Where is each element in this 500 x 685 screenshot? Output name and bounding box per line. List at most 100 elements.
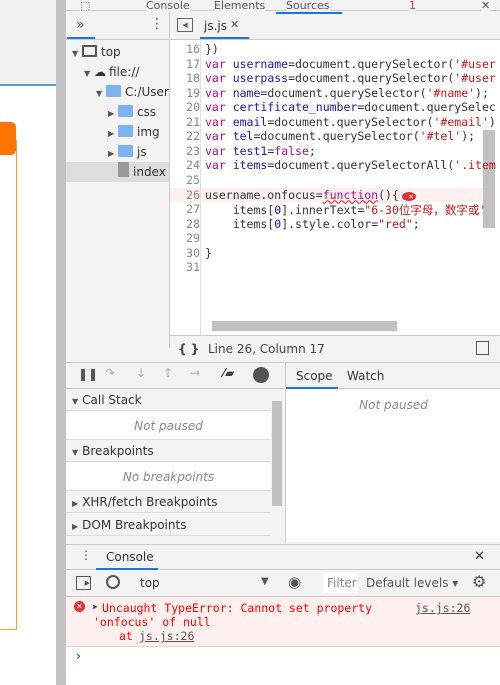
pretty-print-button[interactable]: { } <box>178 336 199 362</box>
line-number[interactable]: 31 <box>170 260 200 274</box>
step-out-icon[interactable]: ↑ <box>163 366 173 380</box>
step-icon[interactable]: → <box>190 366 200 380</box>
tab-elements[interactable]: Elements <box>214 0 266 12</box>
section-breakpoints[interactable]: ▼ Breakpoints <box>66 440 271 462</box>
tab-scope[interactable]: Scope <box>296 369 333 383</box>
line-number[interactable]: 22 <box>170 129 200 143</box>
code-token: "red" <box>378 216 413 231</box>
error-count[interactable]: 1 <box>409 0 416 12</box>
collapsed-arrow-icon[interactable]: ▶ <box>72 499 78 508</box>
horizontal-scrollbar[interactable] <box>212 321 397 331</box>
more-tabs-icon[interactable]: » <box>76 17 85 33</box>
tree-item-file[interactable]: ▼ ☁ file:// <box>84 62 139 82</box>
close-devtools-icon[interactable]: ✕ <box>481 0 491 12</box>
code-token: var <box>205 158 233 173</box>
log-levels-dropdown[interactable]: Default levels ▾ <box>366 576 458 590</box>
tree-item-index[interactable]: index <box>66 162 169 182</box>
code-token: email <box>232 114 268 129</box>
close-tab-icon[interactable]: ✕ <box>230 18 239 31</box>
expanded-arrow-icon[interactable]: ▼ <box>96 84 106 104</box>
code-token: function <box>322 187 379 202</box>
filter-input[interactable]: Filter <box>323 573 358 593</box>
line-number[interactable]: 20 <box>170 100 200 114</box>
tab-watch[interactable]: Watch <box>347 369 384 383</box>
line-number[interactable]: 23 <box>170 144 200 158</box>
expanded-arrow-icon[interactable]: ▼ <box>72 44 82 64</box>
line-number[interactable]: 26 <box>170 188 200 202</box>
error-icon: ✕ <box>74 601 85 612</box>
clear-console-icon[interactable] <box>106 575 120 589</box>
expanded-arrow-icon[interactable]: ▼ <box>72 448 78 457</box>
context-select[interactable]: top <box>140 576 160 590</box>
line-number[interactable]: 29 <box>170 231 200 245</box>
section-dom-breakpoints[interactable]: ▶ DOM Breakpoints <box>66 514 271 536</box>
drawer-tab-console[interactable]: Console <box>106 550 154 564</box>
tab-console[interactable]: Console <box>146 0 190 12</box>
menu-icon[interactable]: ⋮ <box>150 16 164 32</box>
collapsed-arrow-icon[interactable]: ▶ <box>108 104 118 124</box>
toggle-debugger-icon[interactable] <box>476 341 489 355</box>
pause-icon[interactable]: ❚❚ <box>78 367 98 381</box>
code-token: '#tel' <box>419 129 462 144</box>
tree-item-cuser[interactable]: ▼ C:/User <box>96 82 169 102</box>
collapsed-arrow-icon[interactable]: ▶ <box>72 522 78 531</box>
line-number[interactable]: 18 <box>170 71 200 85</box>
line-number[interactable]: 24 <box>170 158 200 172</box>
code-line: username.onfocus=function(){ ✕ <box>205 188 416 202</box>
tree-item-css[interactable]: ▶ css <box>108 102 156 122</box>
line-number[interactable]: 27 <box>170 202 200 216</box>
scope-watch-pane: Scope Watch Not paused <box>285 362 500 542</box>
sidebar-scrollbar[interactable] <box>272 401 282 506</box>
prompt-icon: › <box>76 649 81 663</box>
error-at-label: at <box>119 629 140 643</box>
inspect-icon[interactable]: ⬚ <box>80 0 91 12</box>
line-number[interactable]: 21 <box>170 115 200 129</box>
code-line: var certificate_number=document.querySel… <box>205 100 496 114</box>
tree-item-top[interactable]: ▼ top <box>72 42 121 62</box>
close-drawer-icon[interactable]: ✕ <box>474 549 485 564</box>
section-xhr-fetch-breakpoints[interactable]: ▶ XHR/fetch Breakpoints <box>66 491 271 513</box>
pause-on-exceptions-icon[interactable] <box>253 367 269 383</box>
collapsed-arrow-icon[interactable]: ▶ <box>108 144 118 164</box>
drawer-menu-icon[interactable]: ⋮ <box>80 548 92 562</box>
editor-tab-indicator <box>200 37 249 39</box>
orange-tab <box>0 122 16 155</box>
devtools-resizer[interactable] <box>56 0 66 685</box>
step-over-icon[interactable]: ↷ <box>105 366 115 380</box>
error-source-link[interactable]: js.js:26 <box>415 601 470 615</box>
section-label: Breakpoints <box>82 444 154 458</box>
tree-item-img[interactable]: ▶ img <box>108 122 160 142</box>
error-stack-link[interactable]: js.js:26 <box>139 629 194 643</box>
expanded-arrow-icon[interactable]: ▼ <box>84 64 94 84</box>
context-dropdown-icon[interactable]: ▼ <box>261 576 269 587</box>
line-number[interactable]: 19 <box>170 86 200 100</box>
line-number[interactable]: 16 <box>170 42 200 56</box>
deactivate-breakpoints-icon[interactable]: ⁄▰ <box>223 366 234 380</box>
code-line: var name=document.querySelector('#name')… <box>205 86 489 100</box>
collapsed-arrow-icon[interactable]: ▶ <box>108 124 118 144</box>
editor-tab-js[interactable]: js.js <box>204 19 227 33</box>
code-editor[interactable]: 16}) 17 var username=document.querySelecto… <box>170 40 500 335</box>
tree-item-label: C:/User <box>125 85 169 99</box>
error-marker-icon[interactable]: ✕ <box>401 191 416 201</box>
step-into-icon[interactable]: ↓ <box>136 366 146 380</box>
editor-status-bar: { } Line 26, Column 17 <box>170 335 500 361</box>
line-number[interactable]: 25 <box>170 173 200 187</box>
expanded-arrow-icon[interactable]: ▼ <box>72 397 78 406</box>
tab-sources[interactable]: Sources <box>286 0 330 12</box>
console-toolbar: ▶ top ▼ ◉ Filter Default levels ▾ ⚙ <box>66 570 500 597</box>
code-token: =document.querySelector( <box>288 56 455 71</box>
code-token: } <box>205 245 212 260</box>
show-sidebar-icon[interactable]: ▶ <box>76 576 91 590</box>
line-number[interactable]: 28 <box>170 217 200 231</box>
tree-item-js[interactable]: ▶ js <box>108 142 147 162</box>
devtools-tabbar: ⬚ Console Elements Sources 1 ✕ <box>66 0 500 14</box>
section-call-stack[interactable]: ▼ Call Stack <box>66 389 271 411</box>
line-number[interactable]: 30 <box>170 246 200 260</box>
console-input[interactable]: › <box>66 647 500 685</box>
expand-error-icon[interactable]: ▶ <box>93 602 98 611</box>
line-number[interactable]: 17 <box>170 57 200 71</box>
live-expression-eye-icon[interactable]: ◉ <box>288 573 301 591</box>
console-settings-gear-icon[interactable]: ⚙ <box>472 572 486 591</box>
toggle-navigator-icon[interactable]: ◀ <box>177 18 193 32</box>
